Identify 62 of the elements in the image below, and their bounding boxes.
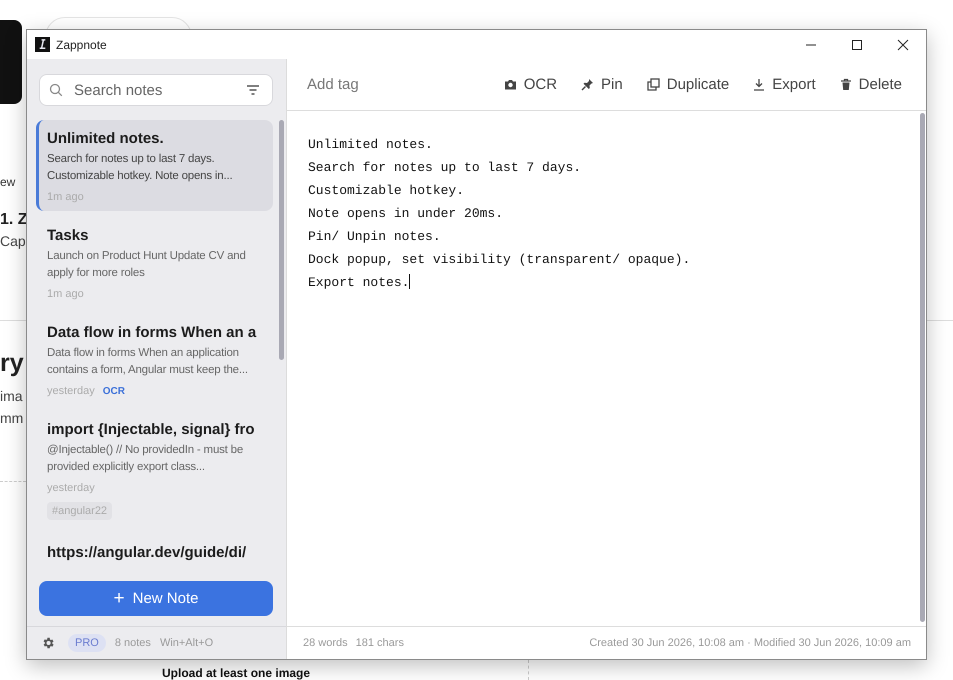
search-field[interactable]: Search notes <box>39 74 273 106</box>
note-preview: Data flow in forms When an application contains a form, Angular must keep the... <box>47 346 249 378</box>
editor-line: Export notes. <box>308 273 412 292</box>
close-icon[interactable] <box>897 38 909 50</box>
note-dates: Created 30 Jun 2026, 10:08 am · Modified 30 Jun 2026, 10:09 am <box>589 637 911 649</box>
note-time: 1m ago <box>47 288 84 300</box>
editor-line: Search for notes up to last 7 days. <box>308 159 582 177</box>
note-title: Unlimited notes. <box>47 130 165 147</box>
download-icon <box>753 78 766 91</box>
editor-line: Unlimited notes. <box>308 136 434 154</box>
note-item[interactable]: Unlimited notes. Search for notes up to last 7 days. Customizable hotkey. Note opens in... 1m ago <box>36 120 273 211</box>
toolbar-button[interactable]: OCR <box>504 76 558 93</box>
note-preview: Search for notes up to last 7 days. Customizable hotkey. Note opens in... <box>47 152 234 184</box>
filter-icon[interactable] <box>246 84 260 96</box>
note-title: Data flow in forms When an a <box>47 324 258 341</box>
note-item[interactable]: Tasks Launch on Product Hunt Update CV and apply for more roles 1m ago <box>36 217 273 308</box>
toolbar-button[interactable]: Export <box>753 76 816 93</box>
maximize-icon[interactable] <box>851 38 863 50</box>
camera-icon <box>504 79 517 90</box>
note-title: import {Injectable, signal} fro <box>47 421 256 438</box>
app-logo-icon <box>35 37 50 52</box>
tag-field[interactable]: Add tag <box>305 75 480 94</box>
new-note-button[interactable]: + New Note <box>39 581 273 616</box>
note-time: yesterday <box>47 385 95 397</box>
plan-badge: PRO <box>68 634 106 652</box>
editor-line: Pin/ Unpin notes. <box>308 228 442 246</box>
toolbar-button[interactable]: Delete <box>840 76 902 93</box>
note-editor[interactable]: Unlimited notes. Search for notes up to last 7 days. Customizable hotkey. Note opens in under 20ms. Pin/ Unpin notes. Dock popup, set visibility (transparent/ opaque). Export notes. <box>287 111 926 316</box>
toolbar-button[interactable]: Duplicate <box>646 76 730 93</box>
ocr-label: OCR <box>102 386 125 396</box>
note-tag: #angular22 <box>47 502 112 520</box>
note-title: Tasks <box>47 227 90 244</box>
note-time: yesterday <box>47 482 95 494</box>
pin-icon <box>581 78 594 91</box>
note-preview: @Injectable() // No providedIn - must be provided explicitly export class... <box>47 443 244 475</box>
note-preview: Launch on Product Hunt Update CV and apply for more roles <box>47 249 247 281</box>
note-item[interactable]: https://angular.dev/guide/di/ <box>36 534 273 569</box>
settings-icon[interactable] <box>41 636 55 650</box>
toolbar-button[interactable]: Pin <box>581 76 623 93</box>
page-text: ry <box>0 349 25 378</box>
char-count: 181 chars <box>356 637 404 649</box>
page-text: Cap <box>0 233 27 249</box>
page-text: mm <box>0 410 24 426</box>
note-item[interactable]: Data flow in forms When an a Data flow in forms When an application contains a form, Angular must keep the... yesterday OCR <box>36 314 273 405</box>
note-time: 1m ago <box>47 191 84 203</box>
note-count: 8 notes <box>114 637 151 649</box>
copy-icon <box>646 78 660 91</box>
editor-line: Dock popup, set visibility (transparent/ opaque). <box>308 251 692 269</box>
editor-line: Customizable hotkey. <box>308 182 466 200</box>
note-item[interactable]: import {Injectable, signal} fro @Injectable() // No providedIn - must be provided explicitly export class... yesterday #angular22 <box>36 411 273 528</box>
page-text: ew <box>0 175 16 189</box>
hotkey-text: Win+Alt+O <box>160 637 214 649</box>
upload-hint: Upload at least one image <box>162 666 310 680</box>
scrollbar-thumb[interactable] <box>920 113 925 622</box>
scrollbar-thumb[interactable] <box>279 120 284 360</box>
editor-line: Note opens in under 20ms. <box>308 205 504 223</box>
word-count: 28 words <box>303 637 348 649</box>
window-title: Zappnote <box>56 38 107 52</box>
trash-icon <box>840 78 852 91</box>
note-title: https://angular.dev/guide/di/ <box>47 544 248 561</box>
search-icon <box>49 83 63 97</box>
page-text: ima <box>0 388 24 404</box>
